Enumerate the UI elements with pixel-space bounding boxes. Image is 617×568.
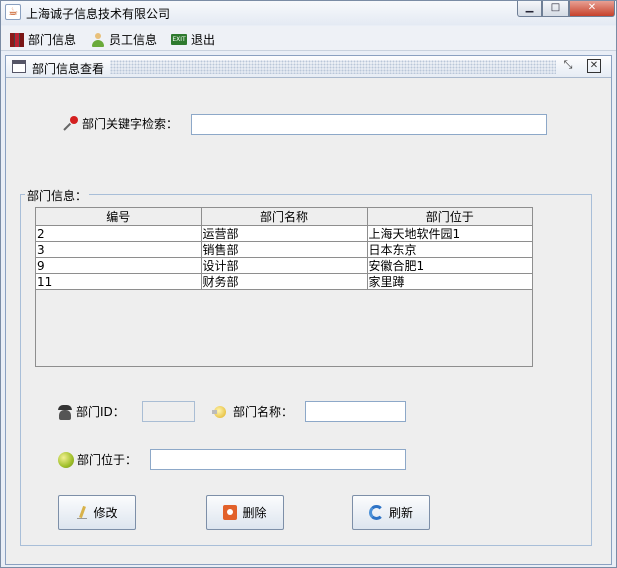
- menu-exit-label: 退出: [191, 33, 216, 47]
- menu-dept-info[interactable]: 部门信息: [10, 31, 76, 48]
- group-title: 部门信息：: [25, 187, 90, 204]
- trash-icon: [223, 505, 238, 520]
- table-row[interactable]: 3 销售部 日本东京: [36, 241, 532, 258]
- cell-id: 2: [36, 225, 202, 242]
- refresh-button-label: 刷新: [388, 506, 413, 520]
- minimize-button[interactable]: ▁: [517, 1, 542, 17]
- books-icon: [10, 32, 24, 47]
- table-header-row: 编号 部门名称 部门位于: [36, 208, 532, 226]
- dept-id-field: [142, 401, 195, 422]
- dept-id-label: 部门ID：: [57, 403, 125, 420]
- cell-location: 家里蹲: [366, 273, 532, 290]
- app-window: ☕ 上海诚子信息技术有限公司 ▁ □ ✕ 部门信息 员工信息 EXIT 退出 部…: [0, 0, 617, 568]
- user-icon: [91, 32, 105, 47]
- table-row[interactable]: 11 财务部 家里蹲: [36, 273, 532, 290]
- dept-location-label-text: 部门位于：: [77, 453, 138, 467]
- cell-name: 运营部: [200, 225, 368, 242]
- table-row[interactable]: 9 设计部 安徽合肥1: [36, 257, 532, 274]
- dept-name-label-text: 部门名称：: [233, 405, 294, 419]
- search-input[interactable]: [191, 114, 547, 135]
- cell-location: 上海天地软件园1: [366, 225, 532, 242]
- dept-location-label: 部门位于：: [58, 451, 137, 468]
- dept-name-field[interactable]: [305, 401, 406, 422]
- menu-dept-info-label: 部门信息: [28, 33, 77, 47]
- column-header-name[interactable]: 部门名称: [200, 208, 368, 226]
- cell-name: 设计部: [200, 257, 368, 274]
- search-label-text: 部门关键字检索：: [82, 117, 179, 131]
- column-header-location[interactable]: 部门位于: [366, 208, 532, 226]
- cell-location: 日本东京: [366, 241, 532, 258]
- dept-name-label: 部门名称：: [212, 403, 293, 420]
- cell-location: 安徽合肥1: [366, 257, 532, 274]
- frame-close-button[interactable]: ✕: [587, 59, 601, 73]
- cell-id: 11: [36, 273, 202, 290]
- menu-employee-info-label: 员工信息: [109, 33, 158, 47]
- refresh-button[interactable]: 刷新: [352, 495, 430, 530]
- column-header-id[interactable]: 编号: [36, 208, 202, 226]
- frame-restore-button[interactable]: ⤡: [561, 59, 575, 73]
- window-title: 上海诚子信息技术有限公司: [26, 7, 171, 21]
- refresh-icon: [368, 505, 384, 520]
- globe-icon: [58, 451, 74, 468]
- pin-icon: [63, 115, 79, 132]
- close-button[interactable]: ✕: [569, 1, 615, 17]
- cell-name: 财务部: [200, 273, 368, 290]
- delete-button[interactable]: 删除: [206, 495, 284, 530]
- agent-icon: [57, 404, 73, 420]
- menu-employee-info[interactable]: 员工信息: [91, 31, 157, 48]
- delete-button-label: 删除: [242, 506, 267, 520]
- dept-table[interactable]: 编号 部门名称 部门位于 2 运营部 上海天地软件园1 3 销售部 日本东京 9: [35, 207, 533, 367]
- pencil-icon: [76, 506, 88, 520]
- dept-id-label-text: 部门ID：: [76, 405, 125, 419]
- dept-location-field[interactable]: [150, 449, 406, 470]
- title-bar[interactable]: ☕ 上海诚子信息技术有限公司 ▁ □ ✕: [1, 1, 616, 25]
- cell-id: 9: [36, 257, 202, 274]
- cell-name: 销售部: [200, 241, 368, 258]
- frame-title-texture: [110, 60, 556, 74]
- menu-bar: 部门信息 员工信息 EXIT 退出: [1, 26, 616, 51]
- frame-title: 部门信息查看: [32, 62, 105, 76]
- frame-title-bar[interactable]: 部门信息查看 ⤡ ✕: [6, 56, 611, 78]
- edit-button[interactable]: 修改: [58, 495, 136, 530]
- bulb-icon: [212, 404, 230, 420]
- cell-id: 3: [36, 241, 202, 258]
- frame-window-icon: [12, 60, 26, 73]
- table-row[interactable]: 2 运营部 上海天地软件园1: [36, 225, 532, 242]
- menu-exit[interactable]: EXIT 退出: [171, 31, 215, 48]
- exit-icon: EXIT: [171, 34, 187, 45]
- edit-button-label: 修改: [93, 506, 118, 520]
- java-icon: ☕: [5, 4, 21, 20]
- search-label: 部门关键字检索：: [63, 115, 178, 132]
- maximize-button[interactable]: □: [542, 1, 569, 17]
